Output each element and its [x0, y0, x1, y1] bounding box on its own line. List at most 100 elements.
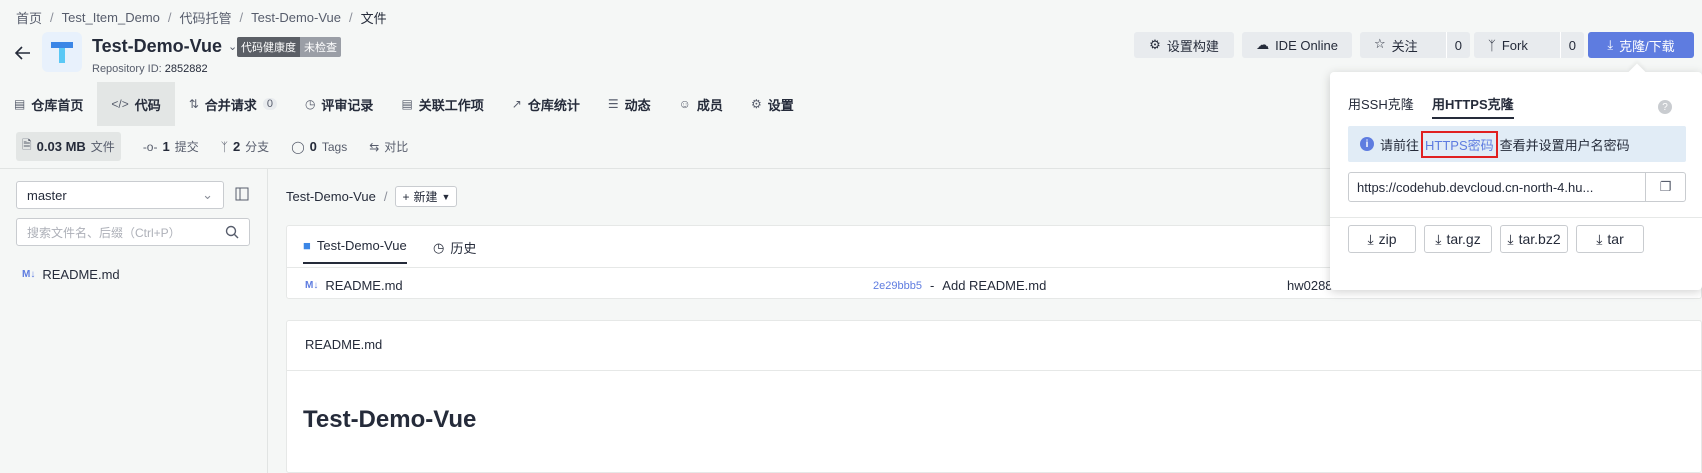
tab-label: 设置 [767, 97, 794, 113]
download-tarbz2-button[interactable]: ⤓ tar.bz2 [1500, 225, 1568, 253]
tab-label: 成员 [696, 97, 723, 113]
clone-url-field[interactable]: https://codehub.devcloud.cn-north-4.hu..… [1348, 172, 1686, 202]
ide-online-button[interactable]: ☁ IDE Online [1242, 32, 1352, 58]
merge-count: 0 [262, 98, 277, 110]
compare-label: 对比 [384, 140, 409, 154]
breadcrumb-repo[interactable]: Test-Demo-Vue [251, 10, 341, 25]
gear-icon: ⚙ [1149, 37, 1161, 52]
collapse-panel-icon[interactable] [234, 186, 250, 202]
tab-files[interactable]: ■ Test-Demo-Vue [303, 238, 407, 264]
fork-label: Fork [1501, 37, 1528, 53]
build-settings-button[interactable]: ⚙ 设置构建 [1134, 32, 1234, 58]
folder-icon: ■ [303, 238, 311, 253]
commit-message[interactable]: Add README.md [942, 278, 1046, 293]
tab-members[interactable]: ☺ 成员 [665, 82, 737, 126]
download-icon: ⤓ [1507, 230, 1514, 247]
size-value: 0.03 MB [36, 139, 86, 154]
star-icon: ☆ [1374, 35, 1386, 51]
tab-activity[interactable]: ☰ 动态 [594, 82, 665, 126]
caret-down-icon: ▼ [441, 191, 451, 202]
file-row[interactable]: M↓ README.md [305, 278, 403, 293]
clone-label: 克隆/下载 [1619, 38, 1675, 54]
download-label: tar.bz2 [1518, 231, 1561, 247]
file-search-input[interactable]: 搜索文件名、后缀（Ctrl+P） [16, 218, 250, 246]
file-name: README.md [325, 278, 403, 293]
stat-commits[interactable]: -o- 1 提交 [143, 138, 199, 155]
chevron-down-icon[interactable]: ⌄ [228, 40, 237, 53]
repo-id-label: Repository ID: [92, 63, 162, 75]
download-label: tar [1607, 231, 1624, 247]
subtab-label: Test-Demo-Vue [316, 238, 407, 253]
tab-reviews[interactable]: ◷ 评审记录 [291, 82, 388, 126]
compare-icon: ⇆ [369, 139, 380, 154]
stat-size[interactable]: 🗎 0.03 MB 文件 [16, 132, 121, 161]
health-status: 未检查 [300, 37, 341, 57]
fork-button[interactable]: ᛉ Fork 0 [1474, 32, 1584, 58]
watch-button[interactable]: ☆ 关注 0 [1360, 32, 1470, 58]
clone-download-button[interactable]: ⤓ 克隆/下载 [1588, 32, 1694, 58]
breadcrumb-codehub[interactable]: 代码托管 [180, 8, 232, 27]
tab-label: 代码 [134, 97, 161, 113]
file-path: Test-Demo-Vue / + 新建 ▼ [286, 186, 458, 207]
build-label: 设置构建 [1166, 38, 1219, 54]
readme-card: README.md [286, 320, 1702, 473]
merge-icon: ⇅ [188, 97, 199, 111]
branch-select[interactable]: master ⌄ [16, 181, 224, 209]
tab-code[interactable]: </> 代码 [97, 82, 175, 126]
document-icon: ▤ [401, 97, 413, 111]
tags-label: Tags [321, 139, 348, 154]
clock-icon: ◷ [304, 97, 316, 111]
https-password-link[interactable]: HTTPS密码 [1421, 130, 1498, 158]
cloud-icon: ☁ [1256, 37, 1270, 52]
stat-branches[interactable]: ᛉ 2 分支 [221, 138, 269, 155]
repo-logo [42, 32, 82, 72]
download-zip-button[interactable]: ⤓ zip [1348, 225, 1416, 253]
path-root[interactable]: Test-Demo-Vue [286, 189, 376, 204]
breadcrumb-current: 文件 [360, 11, 387, 26]
tab-https-clone[interactable]: 用HTTPS克隆 [1432, 94, 1514, 119]
stat-compare[interactable]: ⇆ 对比 [369, 138, 408, 155]
help-icon[interactable]: ? [1658, 100, 1672, 114]
commit-hash[interactable]: 2e29bbb5 [873, 280, 922, 292]
clone-url[interactable]: https://codehub.devcloud.cn-north-4.hu..… [1349, 180, 1645, 195]
download-icon: ⤓ [1435, 230, 1442, 247]
copy-icon[interactable]: ❐ [1645, 173, 1685, 201]
chart-icon: ↗ [511, 97, 522, 111]
book-icon: ▤ [14, 97, 26, 111]
commit-icon: -o- [142, 139, 158, 154]
tree-file-item[interactable]: M↓ README.md [22, 267, 120, 282]
download-label: zip [1378, 231, 1397, 247]
commit-info: 2e29bbb5 - Add README.md [873, 278, 1046, 293]
tab-ssh-clone[interactable]: 用SSH克隆 [1348, 94, 1414, 113]
download-targz-button[interactable]: ⤓ tar.gz [1424, 225, 1492, 253]
size-label: 文件 [90, 140, 115, 154]
tab-home[interactable]: ▤ 仓库首页 [0, 82, 97, 126]
tree-file-name: README.md [42, 267, 120, 282]
breadcrumb-home[interactable]: 首页 [16, 8, 42, 27]
info-icon: i [1360, 137, 1374, 151]
tab-merge-requests[interactable]: ⇅ 合并请求 0 [175, 82, 291, 126]
repo-tabs: ▤ 仓库首页 </> 代码 ⇅ 合并请求 0 ◷ 评审记录 ▤ 关联工作项 ↗ 仓库统计 ☰ 动… [0, 82, 808, 126]
fork-count: 0 [1559, 32, 1584, 58]
markdown-icon: M↓ [22, 269, 36, 280]
tab-history[interactable]: ◷ 历史 [433, 238, 476, 257]
branches-value: 2 [232, 139, 241, 154]
health-badge: 代码健康度 未检查 [237, 37, 341, 57]
tab-workitems[interactable]: ▤ 关联工作项 [387, 82, 497, 126]
stat-tags[interactable]: ◯ 0 Tags [291, 139, 347, 154]
repo-title[interactable]: Test-Demo-Vue ⌄ [92, 36, 237, 57]
download-icon: ⤓ [1596, 230, 1603, 247]
new-file-button[interactable]: + 新建 ▼ [395, 186, 458, 207]
breadcrumb-project[interactable]: Test_Item_Demo [62, 10, 160, 25]
notice-prefix: 请前往 [1380, 137, 1420, 153]
new-label: 新建 [413, 190, 438, 204]
tab-settings[interactable]: ⚙ 设置 [737, 82, 808, 126]
download-icon: ⤓ [1367, 230, 1374, 247]
back-arrow-icon[interactable] [14, 44, 32, 62]
tab-label: 动态 [624, 97, 651, 113]
tag-icon: ◯ [291, 139, 305, 154]
commits-value: 1 [162, 139, 170, 154]
download-tar-button[interactable]: ⤓ tar [1576, 225, 1644, 253]
branch-icon: ᛉ [220, 139, 228, 154]
tab-statistics[interactable]: ↗ 仓库统计 [498, 82, 594, 126]
